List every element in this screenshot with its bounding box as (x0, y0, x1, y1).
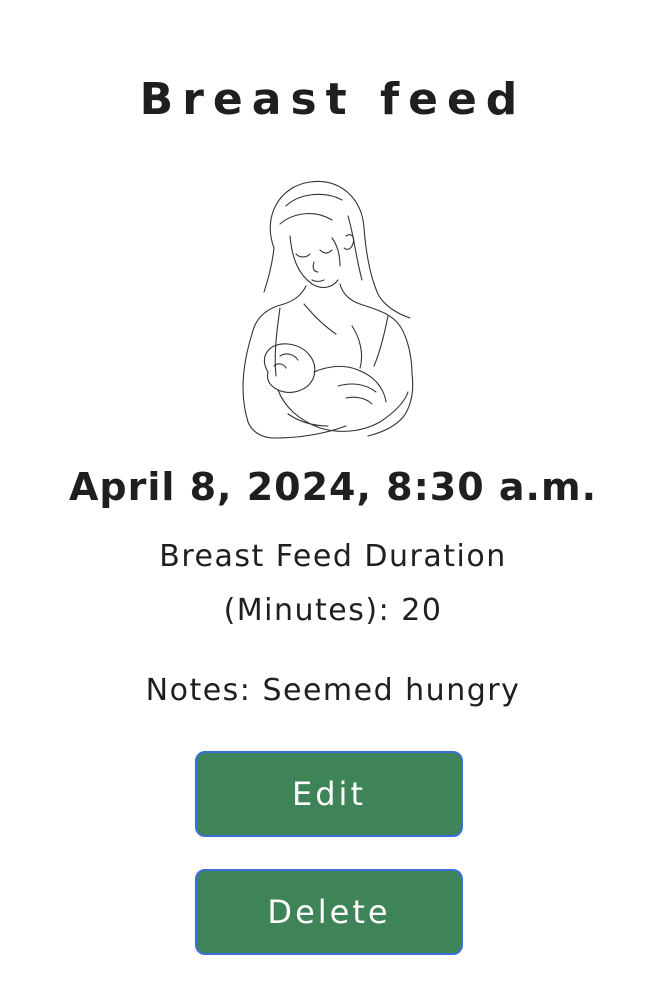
breastfeeding-illustration (228, 176, 428, 446)
edit-button[interactable]: Edit (195, 751, 463, 837)
notes-text: Notes: Seemed hungry (145, 673, 521, 708)
feed-duration-text: Breast Feed Duration (Minutes): 20 (159, 539, 507, 628)
entry-datetime: April 8, 2024, 8:30 a.m. (68, 465, 598, 509)
page-title: Breast feed (139, 74, 527, 125)
delete-button[interactable]: Delete (195, 869, 463, 955)
feed-detail-page: Breast feed April 8, 2024, 8:30 a.m. Bre… (0, 0, 666, 996)
